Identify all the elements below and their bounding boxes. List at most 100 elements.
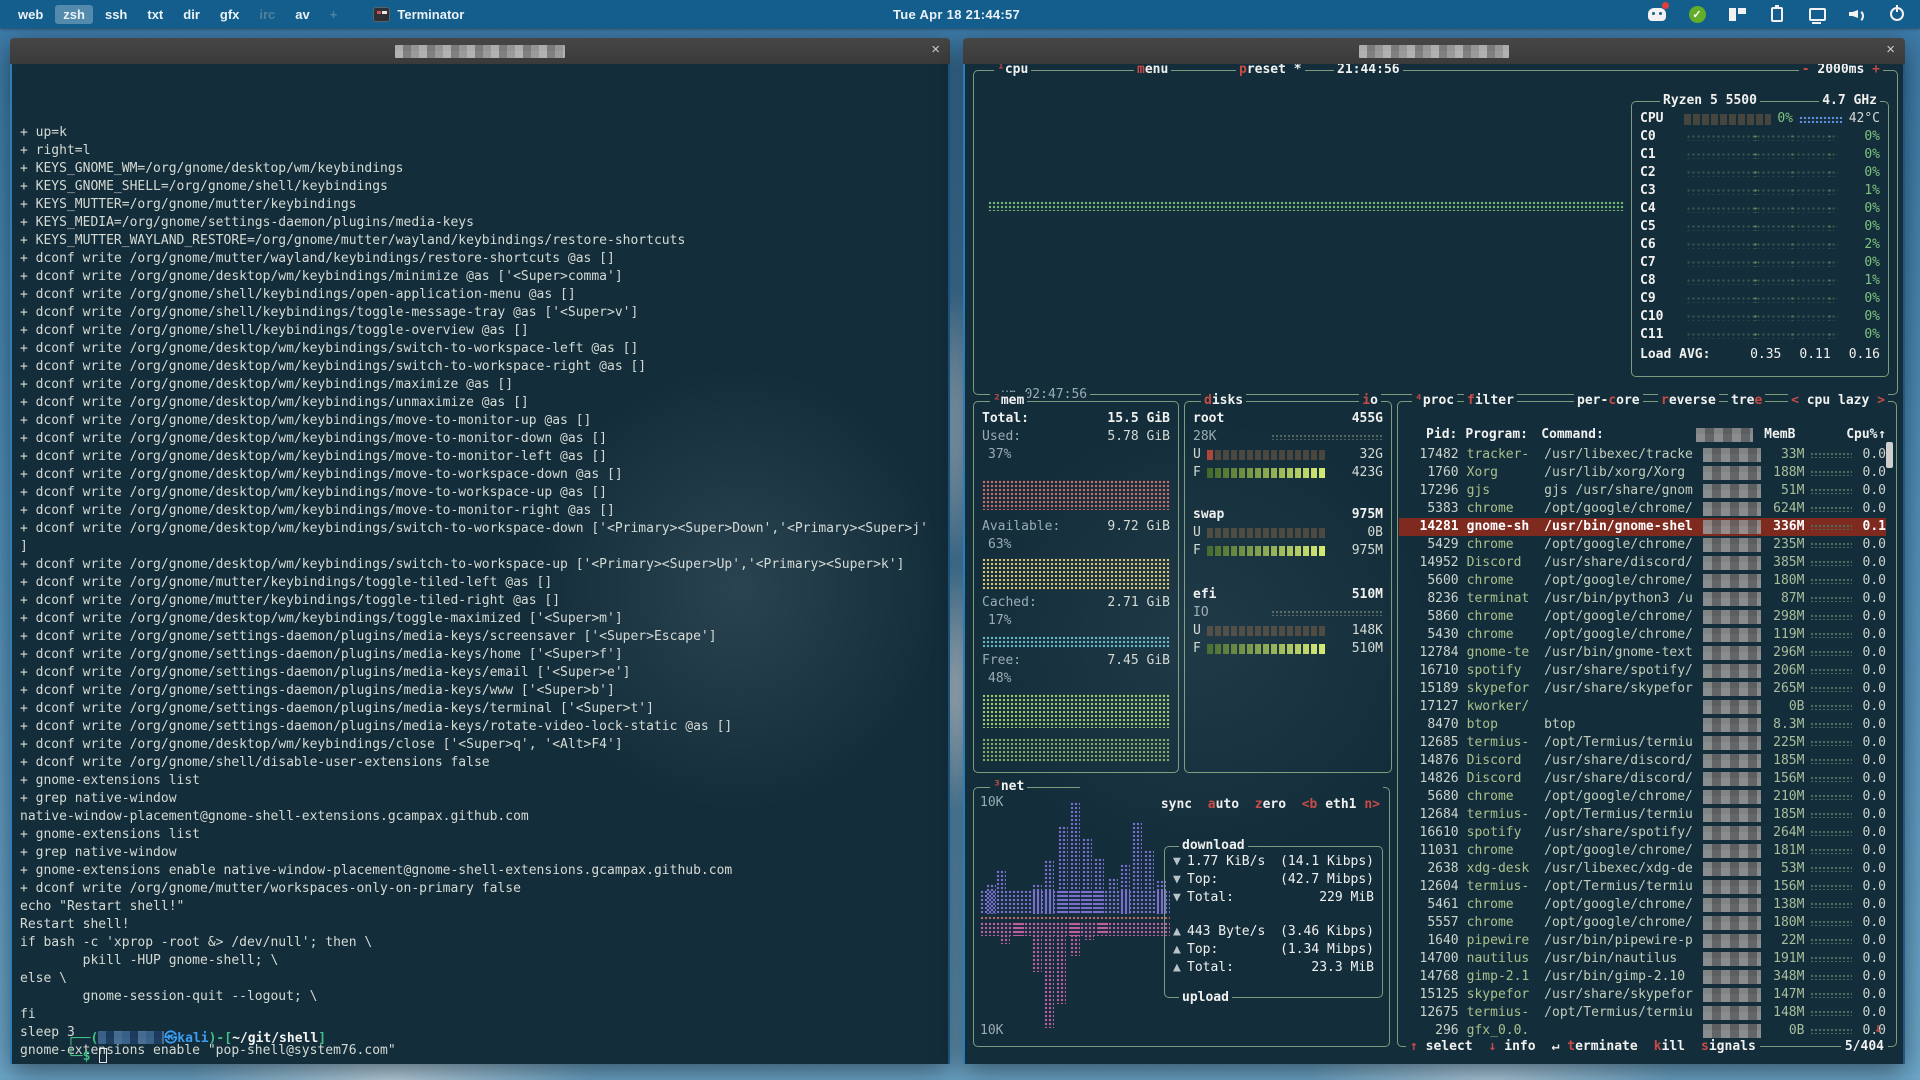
process-row[interactable]: 17482 tracker- /usr/libexec/tracke 33M 0… xyxy=(1399,446,1886,464)
process-row[interactable]: 12675 termius- /opt/Termius/termiu 148M … xyxy=(1399,1004,1886,1022)
proc-tree-toggle[interactable]: tree xyxy=(1728,392,1766,410)
cpu-mini-graph xyxy=(1810,884,1853,890)
process-row[interactable]: 15125 skypefor /usr/share/skypefor 147M … xyxy=(1399,986,1886,1004)
cpu-core-row: C9 0% xyxy=(1640,291,1880,306)
cpu-mini-graph xyxy=(1810,1028,1853,1034)
download-label: download xyxy=(1179,837,1248,855)
process-row[interactable]: 8236 terminat /usr/bin/python3 /u 87M 0.… xyxy=(1399,590,1886,608)
workspace-item[interactable]: ssh xyxy=(97,5,135,24)
titlebar[interactable]: × xyxy=(963,38,1905,64)
preset-button[interactable]: preset * xyxy=(1236,64,1305,79)
proc-footer-action[interactable]: ↓ info xyxy=(1489,1038,1536,1056)
volume-icon[interactable] xyxy=(1848,5,1866,23)
terminal-line: + dconf write /org/gnome/mutter/keybindi… xyxy=(20,593,561,608)
workspace-item[interactable]: dir xyxy=(175,5,208,24)
net-interface-switcher[interactable]: <b eth1 n> xyxy=(1302,797,1380,812)
tab-disks[interactable]: disks xyxy=(1201,392,1247,410)
net-upload-row: ▲ 443 Byte/s (3.46 Kibps) xyxy=(1173,924,1374,939)
terminal-output[interactable]: + up=k + right=l + KEYS_GNOME_WM=/org/gnom… xyxy=(10,64,950,1064)
process-row[interactable]: 5680 chrome /opt/google/chrome/ 210M 0.0 xyxy=(1399,788,1886,806)
process-row[interactable]: 5430 chrome /opt/google/chrome/ 119M 0.0 xyxy=(1399,626,1886,644)
process-row[interactable]: 16710 spotify /usr/share/spotify/ 206M 0… xyxy=(1399,662,1886,680)
process-row[interactable]: 5383 chrome /opt/google/chrome/ 624M 0.0 xyxy=(1399,500,1886,518)
process-row[interactable]: 16610 spotify /usr/share/spotify/ 264M 0… xyxy=(1399,824,1886,842)
focused-app[interactable]: Terminator xyxy=(373,6,464,22)
process-row[interactable]: 12684 termius- /opt/Termius/termiu 185M … xyxy=(1399,806,1886,824)
proc-scrollbar[interactable] xyxy=(1886,442,1893,468)
proc-table-header[interactable]: Pid: Program: Command: MemB Cpu% ↑ xyxy=(1399,426,1886,444)
process-row[interactable]: 1640 pipewire /usr/bin/pipewire-p 22M 0.… xyxy=(1399,932,1886,950)
updates-ok-icon[interactable]: ✓ xyxy=(1688,5,1706,23)
process-row[interactable]: 8470 btop btop 8.3M 0.0 xyxy=(1399,716,1886,734)
disk-free-bar xyxy=(1207,546,1325,556)
process-row[interactable]: 15189 skypefor /usr/share/skypefor 265M … xyxy=(1399,680,1886,698)
process-row[interactable]: 17296 gjs gjs /usr/share/gnom 51M 0.0 xyxy=(1399,482,1886,500)
close-button[interactable]: × xyxy=(931,41,940,58)
terminal-line: + dconf write /org/gnome/desktop/wm/keyb… xyxy=(20,467,623,482)
workspace-item[interactable]: gfx xyxy=(212,5,248,24)
disk-name: efi xyxy=(1193,587,1217,602)
terminal-line: + dconf write /org/gnome/settings-daemon… xyxy=(20,665,631,680)
cpu-total-row: CPU 0% 42°C xyxy=(1640,111,1880,126)
mem-total: 15.5 GiB xyxy=(1107,411,1170,426)
process-row[interactable]: 14281 gnome-sh /usr/bin/gnome-shel 336M … xyxy=(1399,518,1886,536)
proc-filter-button[interactable]: filter xyxy=(1464,392,1517,410)
terminal-line: + KEYS_MEDIA=/org/gnome/settings-daemon/… xyxy=(20,215,474,230)
tab-proc[interactable]: ⁴proc xyxy=(1412,392,1458,410)
cpu-panel: ¹cpu menu preset * 21:44:56 - 2000ms + u… xyxy=(973,64,1898,404)
process-row[interactable]: 12784 gnome-te /usr/bin/gnome-text 296M … xyxy=(1399,644,1886,662)
workspace-item[interactable]: + xyxy=(322,5,346,24)
proc-footer-action[interactable]: ↑ select xyxy=(1410,1038,1473,1056)
proc-reverse-toggle[interactable]: reverse xyxy=(1658,392,1719,410)
process-row[interactable]: 14876 Discord /usr/share/discord/ 185M 0… xyxy=(1399,752,1886,770)
process-row[interactable]: 12604 termius- /opt/Termius/termiu 156M … xyxy=(1399,878,1886,896)
process-row[interactable]: 1760 Xorg /usr/lib/xorg/Xorg 188M 0.0 xyxy=(1399,464,1886,482)
proc-footer-action[interactable]: kill xyxy=(1654,1038,1685,1056)
user-cell-blurred xyxy=(1703,628,1761,642)
update-interval[interactable]: - 2000ms + xyxy=(1798,64,1883,79)
process-row[interactable]: 5461 chrome /opt/google/chrome/ 138M 0.0 xyxy=(1399,896,1886,914)
proc-sort-selector[interactable]: < cpu lazy > xyxy=(1788,392,1888,410)
tiling-icon[interactable] xyxy=(1728,5,1746,23)
workspace-item[interactable]: av xyxy=(287,5,317,24)
process-row[interactable]: 12685 termius- /opt/Termius/termiu 225M … xyxy=(1399,734,1886,752)
process-row[interactable]: 14700 nautilus /usr/bin/nautilus 191M 0.… xyxy=(1399,950,1886,968)
taskbar-clock[interactable]: Tue Apr 18 21:44:57 xyxy=(893,0,1020,28)
workspace-item[interactable]: irc xyxy=(251,5,283,24)
disks-io-toggle[interactable]: io xyxy=(1359,392,1381,410)
proc-footer-action[interactable]: ↵ terminate xyxy=(1552,1038,1638,1056)
cpu-mini-graph xyxy=(1810,668,1853,674)
process-row[interactable]: 5860 chrome /opt/google/chrome/ 298M 0.0 xyxy=(1399,608,1886,626)
discord-icon[interactable] xyxy=(1648,2,1669,23)
process-row[interactable]: 14768 gimp-2.1 /usr/bin/gimp-2.10 348M 0… xyxy=(1399,968,1886,986)
process-row[interactable]: 2638 xdg-desk /usr/libexec/xdg-de 53M 0.… xyxy=(1399,860,1886,878)
process-row[interactable]: 5429 chrome /opt/google/chrome/ 235M 0.0 xyxy=(1399,536,1886,554)
net-zero-toggle[interactable]: zero xyxy=(1255,797,1286,812)
clipboard-icon[interactable] xyxy=(1768,4,1786,23)
shell-prompt-line2[interactable]: └─$ xyxy=(20,1030,108,1064)
workspace-item[interactable]: web xyxy=(10,5,51,24)
power-icon[interactable] xyxy=(1888,5,1906,23)
workspace-item[interactable]: zsh xyxy=(55,4,93,24)
process-row[interactable]: 5557 chrome /opt/google/chrome/ 180M 0.0 xyxy=(1399,914,1886,932)
tab-mem[interactable]: ²mem xyxy=(990,392,1028,410)
workspace-item[interactable]: txt xyxy=(139,5,171,24)
process-row[interactable]: 17127 kworker/ 0B 0.0 xyxy=(1399,698,1886,716)
net-auto-toggle[interactable]: auto xyxy=(1208,797,1239,812)
proc-percore-toggle[interactable]: per-core xyxy=(1574,392,1643,410)
process-row[interactable]: 11031 chrome /opt/google/chrome/ 181M 0.… xyxy=(1399,842,1886,860)
tab-cpu[interactable]: ¹cpu xyxy=(994,64,1032,79)
menu-button[interactable]: menu xyxy=(1134,64,1172,79)
proc-footer-action[interactable]: signals xyxy=(1701,1038,1756,1056)
titlebar[interactable]: × xyxy=(10,38,950,64)
terminal-line: + dconf write /org/gnome/mutter/keybindi… xyxy=(20,575,553,590)
disk-size: 455G xyxy=(1351,411,1383,426)
close-button[interactable]: × xyxy=(1886,41,1895,58)
process-row[interactable]: 5600 chrome /opt/google/chrome/ 180M 0.0 xyxy=(1399,572,1886,590)
terminal-icon[interactable] xyxy=(1808,5,1826,24)
process-row[interactable]: 14826 Discord /usr/share/discord/ 156M 0… xyxy=(1399,770,1886,788)
user-cell-blurred xyxy=(1703,574,1761,588)
scroll-more-arrow[interactable]: ↓ xyxy=(1874,1020,1882,1038)
process-row[interactable]: 14952 Discord /usr/share/discord/ 385M 0… xyxy=(1399,554,1886,572)
terminal-line: Restart shell! xyxy=(20,917,130,932)
